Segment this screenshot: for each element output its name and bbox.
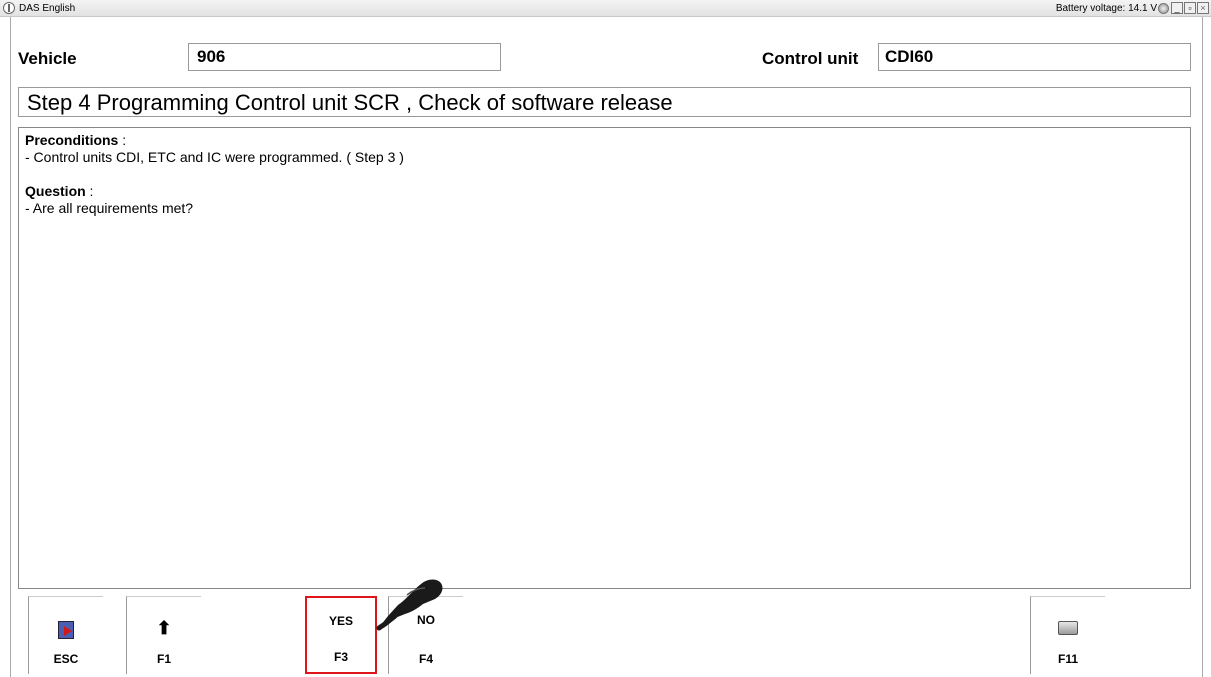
- maximize-button[interactable]: ▫: [1184, 2, 1196, 14]
- f1-button[interactable]: ⬆ F1: [126, 596, 201, 674]
- exit-door-icon: [58, 621, 74, 639]
- preconditions-heading: Preconditions: [25, 132, 119, 148]
- mercedes-star-icon: [3, 2, 15, 14]
- control-unit-label: Control unit: [762, 49, 859, 68]
- question-heading: Question: [25, 183, 86, 199]
- vehicle-label: Vehicle: [18, 49, 77, 68]
- question-text: - Are all requirements met?: [25, 200, 194, 216]
- question-colon: :: [85, 183, 94, 199]
- header-row: Vehicle 906 Control unit CDI60: [11, 17, 1204, 81]
- print-button[interactable]: F11: [1030, 596, 1105, 674]
- minimize-button[interactable]: _: [1171, 2, 1183, 14]
- control-unit-field: CDI60: [878, 43, 1191, 71]
- preconditions-colon: :: [118, 132, 127, 148]
- precondition-text: - Control units CDI, ETC and IC were pro…: [25, 149, 404, 165]
- close-button[interactable]: ×: [1197, 2, 1209, 14]
- battery-status-icon: [1158, 3, 1169, 14]
- preconditions-line: Preconditions :: [25, 132, 1184, 149]
- function-key-bar: ESC ⬆ F1 YES F3 NO F4 F11: [11, 594, 1204, 677]
- esc-label: ESC: [53, 652, 79, 666]
- title-bar: DAS English Battery voltage: 14.1 V _ ▫ …: [0, 0, 1211, 17]
- arrow-up-icon: ⬆: [156, 618, 172, 638]
- vehicle-field: 906: [188, 43, 501, 71]
- f1-label: F1: [156, 652, 171, 666]
- main-frame: Vehicle 906 Control unit CDI60 Step 4 Pr…: [10, 17, 1203, 677]
- esc-button[interactable]: ESC: [28, 596, 103, 674]
- app-title: DAS English: [19, 3, 76, 14]
- step-title: Step 4 Programming Control unit SCR , Ch…: [18, 87, 1191, 117]
- content-panel[interactable]: Preconditions : - Control units CDI, ETC…: [18, 127, 1191, 589]
- f3-label: F3: [333, 650, 348, 664]
- question-line: Question :: [25, 183, 1184, 200]
- battery-voltage: Battery voltage: 14.1 V: [1055, 3, 1157, 14]
- f4-label: F4: [418, 652, 433, 666]
- f11-label: F11: [1057, 652, 1078, 666]
- printer-icon: [1058, 621, 1078, 635]
- pointing-hand-icon: [376, 579, 443, 631]
